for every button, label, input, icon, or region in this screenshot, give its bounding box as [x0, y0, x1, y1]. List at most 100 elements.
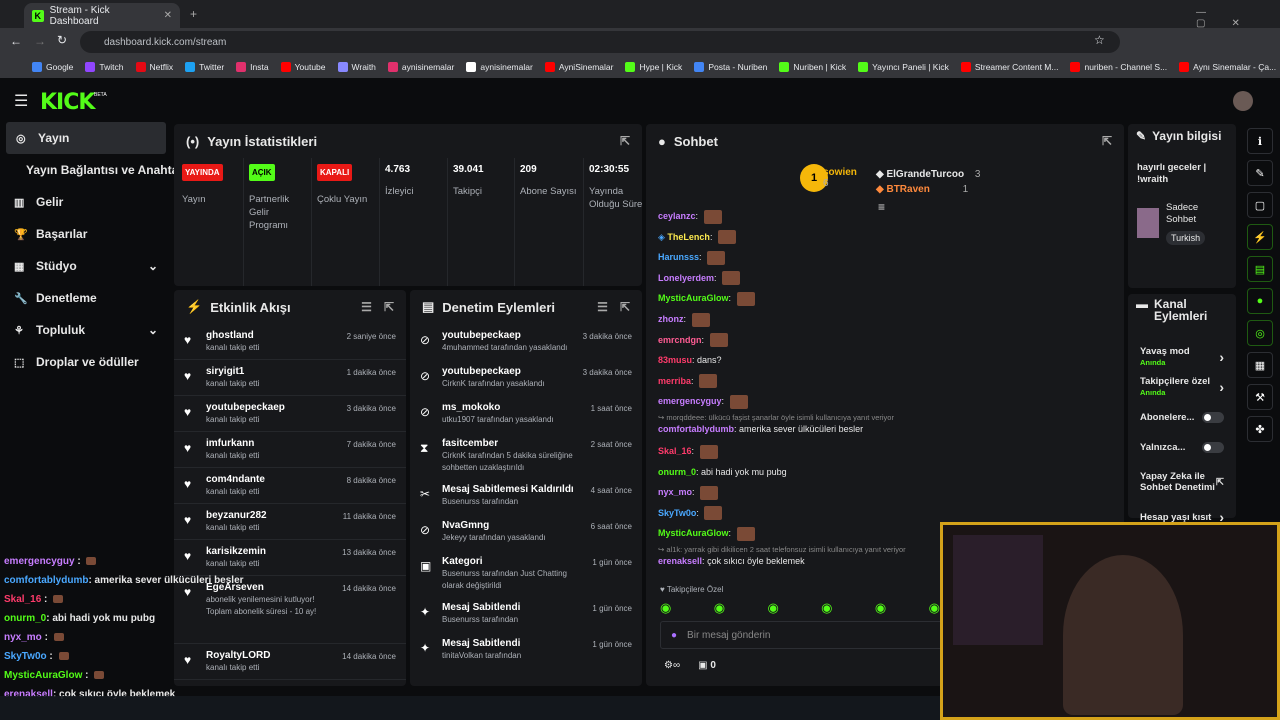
activity-item[interactable]: ♥ RoyaltyLORD kanalı takip etti 14 dakika ö…: [174, 644, 406, 680]
emote-icon[interactable]: ◉: [875, 600, 886, 616]
terminal-icon[interactable]: ▦: [1247, 352, 1273, 378]
lightning-icon[interactable]: ⚡: [1247, 224, 1273, 250]
popout-icon[interactable]: ⇱: [384, 300, 394, 314]
channel-action-item[interactable]: Yapay Zeka ile Sohbet Denetimi ⇱: [1128, 462, 1236, 502]
moderation-item[interactable]: ⊘ NvaGmng Jekeyy tarafından yasaklandı 6 sa…: [410, 514, 642, 550]
channel-action-item[interactable]: Takipçilere özel Anında ›: [1128, 372, 1236, 402]
chat-username[interactable]: ceylanzc: [658, 211, 696, 221]
broadcast-icon[interactable]: ◎: [1247, 320, 1273, 346]
emote-icon[interactable]: ◉: [821, 600, 832, 616]
activity-item[interactable]: ♥ siryigit1 kanalı takip etti 1 dakika önce: [174, 360, 406, 396]
toggle-switch[interactable]: [1202, 441, 1224, 453]
chat-message[interactable]: merriba:: [646, 371, 1124, 392]
close-tab-icon[interactable]: ✕: [164, 10, 172, 21]
moderation-item[interactable]: ▣ Kategori Busenurss tarafından Just Chatt…: [410, 550, 642, 596]
toggle-switch[interactable]: [1202, 411, 1224, 423]
gift-icon[interactable]: ▣ 0: [698, 660, 716, 671]
chat-username[interactable]: erenaksell: [658, 556, 702, 566]
chat-message[interactable]: emergencyguy:: [646, 391, 1124, 412]
bookmark-item[interactable]: Youtube: [280, 62, 326, 72]
chat-message[interactable]: Lonelyerdem:: [646, 268, 1124, 289]
chat-message[interactable]: Harunsss:: [646, 247, 1124, 268]
sidebar-item[interactable]: 🏆 Başarılar: [0, 218, 172, 250]
emote-icon[interactable]: ◉: [929, 600, 940, 616]
avatar[interactable]: [1233, 91, 1253, 111]
bookmark-item[interactable]: Aynı Sinemalar - Ça...: [1179, 62, 1276, 72]
sidebar-item[interactable]: ◎ Yayın: [6, 122, 166, 154]
popout-icon[interactable]: ⇱: [1102, 134, 1112, 148]
sidebar-item[interactable]: ⬚ Droplar ve ödüller: [0, 346, 172, 378]
kick-logo[interactable]: KICK: [40, 90, 95, 115]
sidebar-item[interactable]: ⚘ Topluluk ⌄: [0, 314, 172, 346]
moderation-item[interactable]: ⧗ fasitcember CirknK tarafından 5 dakika s…: [410, 432, 642, 478]
sidebar-item[interactable]: ▥ Gelir: [0, 186, 172, 218]
chat-username[interactable]: comfortablydumb: [658, 424, 734, 434]
moderation-item[interactable]: ⊘ ms_mokoko utku1907 tarafından yasaklandı…: [410, 396, 642, 432]
chat-username[interactable]: Skal_16: [658, 446, 692, 456]
popout-icon[interactable]: ⇱: [620, 134, 630, 148]
chat-message[interactable]: Skal_16:: [646, 441, 1124, 462]
bookmark-item[interactable]: aynisinemalar: [387, 62, 454, 72]
activity-item[interactable]: ♥ com4ndante kanalı takip etti 8 dakika önc…: [174, 468, 406, 504]
url-field[interactable]: dashboard.kick.com/stream: [80, 31, 1120, 53]
chat-username[interactable]: 83musu: [658, 355, 692, 365]
hamburger-menu-icon[interactable]: ☰: [14, 91, 28, 111]
bookmark-item[interactable]: Streamer Content M...: [960, 62, 1058, 72]
chat-username[interactable]: emergencyguy: [658, 396, 722, 406]
chat-username[interactable]: emrcndgn: [658, 335, 702, 345]
chat-input[interactable]: ● Bir mesaj gönderin: [660, 621, 950, 649]
bookmark-item[interactable]: Netflix: [135, 62, 173, 72]
new-tab-icon[interactable]: +: [190, 7, 197, 21]
filter-icon[interactable]: ☰: [597, 300, 608, 314]
bookmark-item[interactable]: Twitter: [185, 62, 224, 72]
bookmark-item[interactable]: Insta: [236, 62, 269, 72]
forward-icon[interactable]: →: [34, 34, 46, 48]
activity-item[interactable]: ♥ ghostland kanalı takip etti 2 saniye önce: [174, 324, 406, 360]
bookmark-item[interactable]: Google: [32, 62, 73, 72]
bookmark-item[interactable]: Hype | Kick: [625, 62, 682, 72]
crop-icon[interactable]: ▢: [1247, 192, 1273, 218]
document-icon[interactable]: ▤: [1247, 256, 1273, 282]
sidebar-item[interactable]: 🔧 Denetleme: [0, 282, 172, 314]
chat-username[interactable]: SkyTw0o: [658, 508, 696, 518]
chat-message[interactable]: SkyTw0o:: [646, 503, 1124, 524]
channel-action-item[interactable]: Yalnızca...: [1128, 432, 1236, 462]
moderation-item[interactable]: ⊘ youtubepeckaep 4muhammed tarafından yasa…: [410, 324, 642, 360]
edit-icon[interactable]: ✎: [1247, 160, 1273, 186]
top-gifter-2[interactable]: ◆ ElGrandeTurcoo 3: [876, 167, 980, 182]
chat-username[interactable]: merriba: [658, 376, 691, 386]
chat-username[interactable]: Lonelyerdem: [658, 273, 714, 283]
chat-username[interactable]: zhonz: [658, 314, 684, 324]
bookmark-item[interactable]: Yayıncı Paneli | Kick: [858, 62, 949, 72]
moderation-item[interactable]: ⊘ youtubepeckaep CirknK tarafından yasakla…: [410, 360, 642, 396]
wrench-icon[interactable]: ⚒: [1247, 384, 1273, 410]
back-icon[interactable]: ←: [10, 34, 22, 48]
sidebar-item[interactable]: ▦ Stüdyo ⌄: [0, 250, 172, 282]
filter-icon[interactable]: ☰: [361, 300, 372, 314]
sidebar-item[interactable]: Yayın Bağlantısı ve Anahtarı: [0, 154, 186, 186]
moderation-item[interactable]: ✦ Mesaj Sabitlendi tinitaVolkan tarafından…: [410, 632, 642, 668]
bookmark-star-icon[interactable]: ☆: [1094, 33, 1105, 47]
bookmark-item[interactable]: Wraith: [337, 62, 376, 72]
bookmark-item[interactable]: Twitch: [85, 62, 124, 72]
settings-icon[interactable]: ⚙∞: [664, 660, 680, 671]
bookmark-item[interactable]: AyniSinemalar: [544, 62, 613, 72]
chat-message[interactable]: zhonz:: [646, 309, 1124, 330]
chat-username[interactable]: onurm_0: [658, 467, 696, 477]
chat-message[interactable]: emrcndgn:: [646, 330, 1124, 351]
top-gifter-1[interactable]: sowien 6: [823, 167, 857, 189]
emote-icon[interactable]: ◉: [714, 600, 725, 616]
browser-tab[interactable]: K Stream - Kick Dashboard ✕: [24, 3, 180, 28]
chat-message[interactable]: ◈ TheLench:: [646, 227, 1124, 248]
window-controls[interactable]: —▢✕: [1196, 7, 1280, 29]
top-gifter-3[interactable]: ◆ BTRaven 1: [876, 182, 980, 197]
reload-icon[interactable]: ↻: [57, 33, 67, 47]
emote-icon[interactable]: ◉: [767, 600, 778, 616]
chat-username[interactable]: nyx_mo: [658, 487, 692, 497]
chat-username[interactable]: Harunsss: [658, 252, 699, 262]
activity-item[interactable]: ♥ youtubepeckaep kanalı takip etti 3 dakika…: [174, 396, 406, 432]
popout-icon[interactable]: ⇱: [620, 300, 630, 314]
channel-action-item[interactable]: Abonelere...: [1128, 402, 1236, 432]
bookmark-item[interactable]: aynisinemalar: [466, 62, 533, 72]
chat-message[interactable]: comfortablydumb: amerika sever ülkücüler…: [646, 423, 1124, 435]
